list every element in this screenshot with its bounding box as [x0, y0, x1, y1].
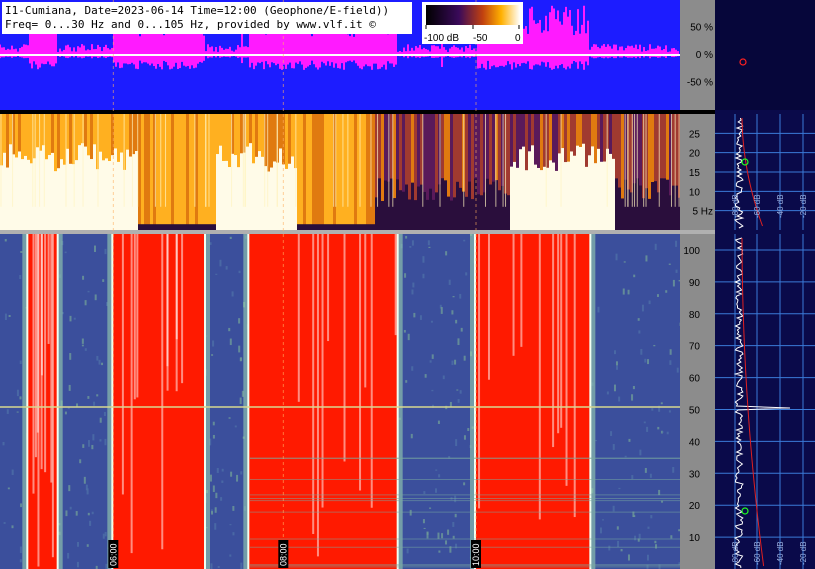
lower-tick-label: 90	[689, 278, 701, 289]
spectrum-db-label: -60 dB	[753, 194, 762, 218]
spectrum-db-label: -40 dB	[776, 194, 785, 218]
upper-tick-label: 10	[689, 187, 701, 198]
spectrum-db-label: -80 dB	[731, 541, 740, 565]
lower-tick-label: 20	[689, 501, 701, 512]
amp-tick-label: -50 %	[687, 78, 713, 89]
vlf-spectrogram-screen: 50 % 0 % -50 % 25 20 15 10 5 Hz 100 90 80 70 60 50 4…	[0, 0, 815, 569]
lower-tick-label: 60	[689, 374, 701, 385]
colorbar-gradient	[426, 5, 520, 25]
spectrum-db-label: -60 dB	[753, 541, 762, 565]
time-label: 08:00	[278, 543, 288, 566]
header-line1: I1-Cumiana, Date=2023-06-14 Time=12:00 (…	[5, 4, 389, 17]
panel-separator	[0, 230, 715, 234]
lower-tick-label: 10	[689, 533, 701, 544]
lower-tick-label: 50	[689, 405, 701, 416]
amp-tick-label: 50 %	[690, 23, 713, 34]
lower-tick-label: 70	[689, 342, 701, 353]
colorbar-label-max: 0	[515, 33, 521, 44]
upper-tick-label: 5 Hz	[692, 207, 713, 218]
colorbar-label-min: -100 dB	[424, 33, 459, 44]
spectrum-db-label: -80 dB	[731, 194, 740, 218]
lower-tick-label: 40	[689, 437, 701, 448]
colorbar-label-mid: -50	[473, 33, 488, 44]
spectrum-db-label: -20 dB	[799, 194, 808, 218]
time-label: 06:00	[108, 543, 118, 566]
lower-tick-label: 80	[689, 310, 701, 321]
upper-tick-label: 15	[689, 168, 701, 179]
right-amplitude-box	[715, 0, 815, 110]
upper-tick-label: 25	[689, 129, 701, 140]
lower-tick-label: 100	[683, 246, 700, 257]
spectrogram-canvas: 50 %0 %-50 % 252015105 Hz 10090807060504…	[0, 0, 815, 569]
amp-tick-label: 0 %	[696, 50, 713, 61]
time-label: 10:00	[471, 543, 481, 566]
upper-tick-label: 20	[689, 149, 701, 160]
spectrum-db-label: -40 dB	[776, 541, 785, 565]
lower-tick-label: 30	[689, 469, 701, 480]
header-line2: Freq= 0...30 Hz and 0...105 Hz, provided…	[5, 18, 376, 31]
spectrum-db-label: -20 dB	[799, 541, 808, 565]
